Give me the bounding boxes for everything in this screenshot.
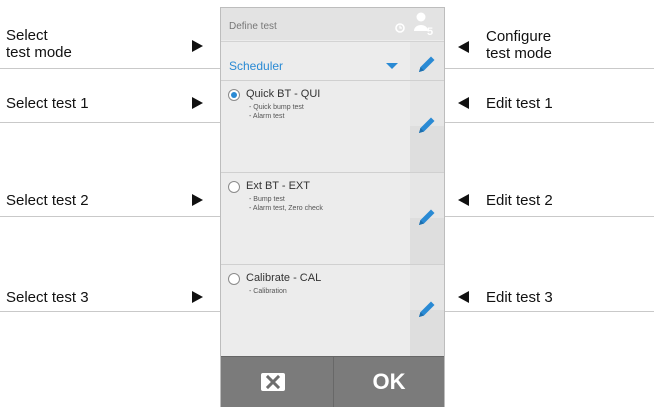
arrow-left-icon — [458, 41, 469, 53]
arrow-right-icon — [192, 97, 203, 109]
title-bar: Define test 5 — [221, 8, 444, 40]
edit-test-3-button[interactable] — [410, 264, 444, 357]
test-detail: - Alarm test, Zero check — [249, 205, 323, 212]
annotation-rule — [0, 122, 220, 123]
annotation-rule — [445, 311, 654, 312]
test-detail: - Calibration — [249, 288, 287, 295]
test-row-1[interactable]: Quick BT - QUI - Quick bump test - Alarm… — [221, 80, 410, 173]
annotation-select-test-2: Select test 2 — [6, 192, 89, 209]
close-icon — [261, 373, 285, 391]
test-name-2: Ext BT - EXT — [246, 180, 310, 192]
radio-test-3[interactable] — [228, 273, 240, 285]
radio-test-2[interactable] — [228, 181, 240, 193]
annotation-edit-test-3: Edit test 3 — [486, 289, 553, 306]
arrow-right-icon — [192, 291, 203, 303]
user-badge: 5 — [427, 26, 433, 37]
test-detail: - Quick bump test — [249, 104, 304, 111]
annotation-edit-test-2: Edit test 2 — [486, 192, 553, 209]
pencil-icon — [419, 301, 435, 317]
cancel-button[interactable] — [221, 357, 334, 407]
annotation-edit-test-1: Edit test 1 — [486, 95, 553, 112]
annotation-rule — [0, 216, 220, 217]
test-row-3[interactable]: Calibrate - CAL - Calibration — [221, 264, 410, 357]
annotation-rule — [0, 311, 220, 312]
annotation-rule — [0, 68, 220, 69]
ok-label: OK — [372, 369, 406, 394]
edit-test-2-button[interactable] — [410, 172, 444, 265]
annotation-configure-test-mode: Configure test mode — [486, 28, 552, 62]
arrow-right-icon — [192, 194, 203, 206]
radio-test-1[interactable] — [228, 89, 240, 101]
arrow-left-icon — [458, 291, 469, 303]
arrow-left-icon — [458, 97, 469, 109]
arrow-right-icon — [192, 40, 203, 52]
arrow-left-icon — [458, 194, 469, 206]
annotation-rule — [445, 216, 654, 217]
annotation-select-test-1: Select test 1 — [6, 95, 89, 112]
footer-bar: OK — [221, 356, 444, 407]
annotation-rule — [445, 122, 654, 123]
test-row-2[interactable]: Ext BT - EXT - Bump test - Alarm test, Z… — [221, 172, 410, 265]
chevron-down-icon — [386, 63, 398, 69]
annotation-select-test-mode: Select test mode — [6, 27, 72, 61]
device-screen: Define test 5 Scheduler Quick BT - QUI -… — [220, 7, 445, 407]
test-name-1: Quick BT - QUI — [246, 88, 321, 100]
test-mode-value: Scheduler — [229, 59, 284, 73]
test-detail: - Bump test — [249, 196, 285, 203]
ok-button[interactable]: OK — [334, 357, 444, 407]
test-name-3: Calibrate - CAL — [246, 272, 322, 284]
user-icon: 5 — [414, 12, 433, 37]
pencil-icon — [419, 117, 435, 133]
pencil-icon — [419, 56, 435, 72]
test-detail: - Alarm test — [249, 113, 285, 120]
screen-title: Define test — [229, 21, 277, 32]
edit-test-1-button[interactable] — [410, 80, 444, 173]
annotation-select-test-3: Select test 3 — [6, 289, 89, 306]
clock-icon — [395, 23, 405, 33]
annotation-rule — [445, 68, 654, 69]
pencil-icon — [419, 209, 435, 225]
